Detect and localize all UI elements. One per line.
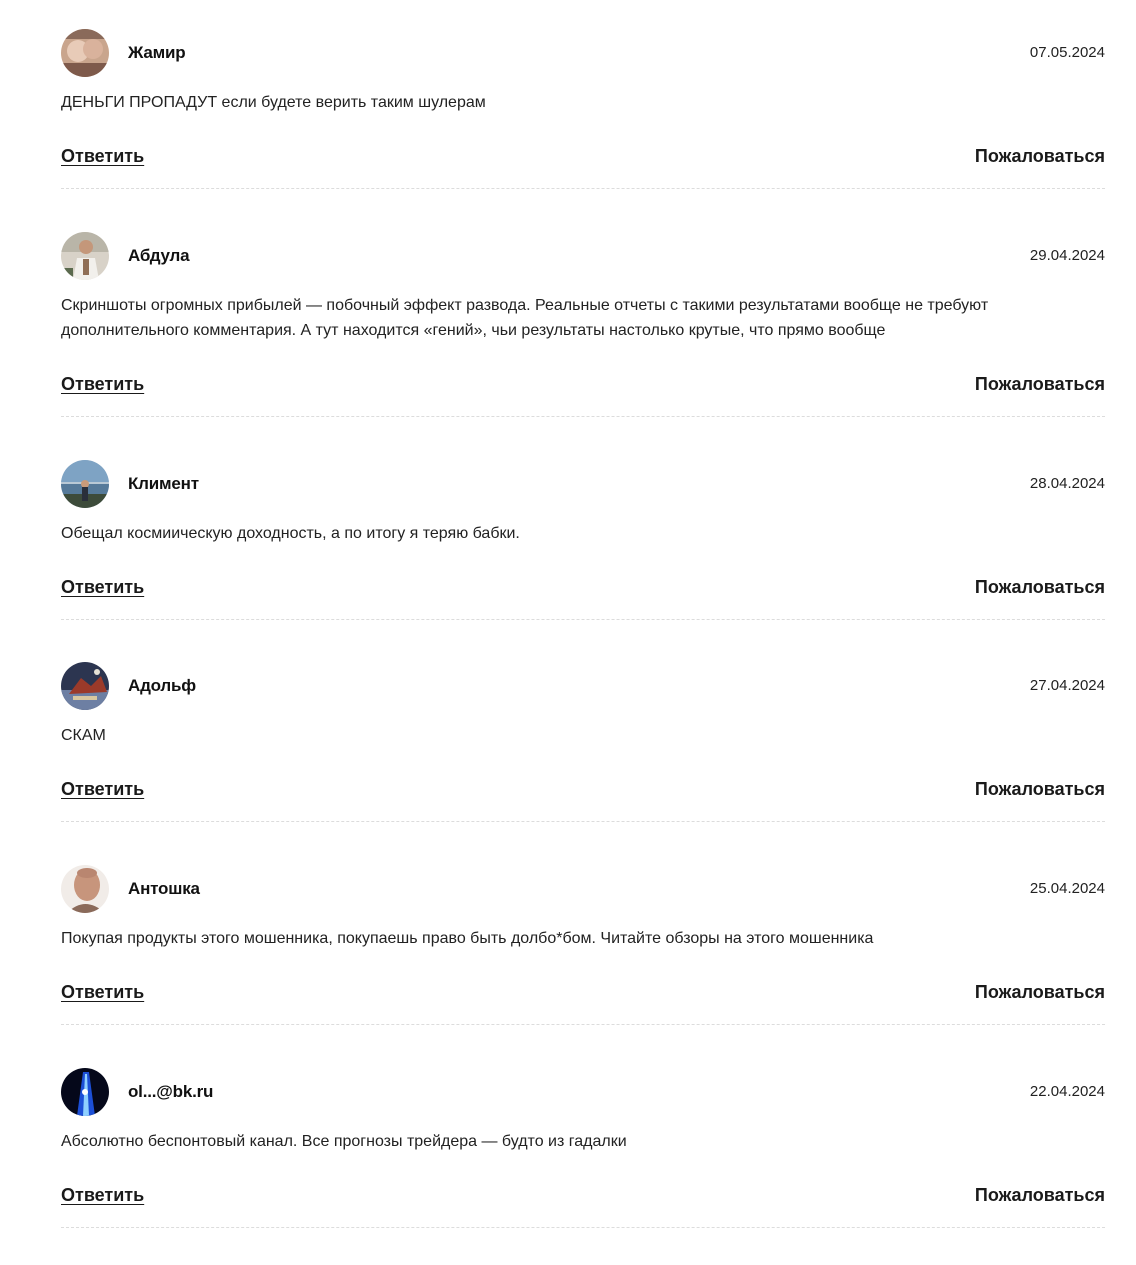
comment-item: Климент 28.04.2024 Обещал космиическую д… (61, 460, 1105, 620)
comment-item: Абдула 29.04.2024 Скриншоты огромных при… (61, 232, 1105, 417)
reply-link[interactable]: Ответить (61, 982, 144, 1003)
comment-text: ДЕНЬГИ ПРОПАДУТ если будете верить таким… (61, 94, 486, 111)
comment-item: Антошка 25.04.2024 Покупая продукты этог… (61, 865, 1105, 1025)
comment-header: Антошка 25.04.2024 (61, 865, 1105, 915)
reply-link[interactable]: Ответить (61, 146, 144, 167)
reply-link[interactable]: Ответить (61, 374, 144, 395)
avatar[interactable] (61, 460, 109, 508)
reply-link[interactable]: Ответить (61, 779, 144, 800)
comment-actions: Ответить Пожаловаться (61, 1185, 1105, 1209)
avatar[interactable] (61, 232, 109, 280)
report-link[interactable]: Пожаловаться (975, 982, 1105, 1003)
comment-date: 07.05.2024 (1029, 44, 1105, 61)
divider (61, 416, 1105, 417)
comment-date: 28.04.2024 (1029, 475, 1105, 492)
report-link[interactable]: Пожаловаться (975, 577, 1105, 598)
comment-text: СКАМ (61, 727, 106, 744)
avatar[interactable] (61, 1068, 109, 1116)
report-link[interactable]: Пожаловаться (975, 779, 1105, 800)
comment-actions: Ответить Пожаловаться (61, 779, 1105, 803)
comment-item: Адольф 27.04.2024 СКАМ Ответить Пожалова… (61, 662, 1105, 822)
author-name: Климент (128, 474, 199, 493)
comment-actions: Ответить Пожаловаться (61, 982, 1105, 1006)
comment-actions: Ответить Пожаловаться (61, 577, 1105, 601)
comment-date: 27.04.2024 (1029, 677, 1105, 694)
comment-text: Покупая продукты этого мошенника, покупа… (61, 930, 874, 947)
author-name: Жамир (128, 43, 186, 62)
comment-header: Климент 28.04.2024 (61, 460, 1105, 510)
report-link[interactable]: Пожаловаться (975, 1185, 1105, 1206)
comment-header: Жамир 07.05.2024 (61, 29, 1105, 79)
report-link[interactable]: Пожаловаться (975, 146, 1105, 167)
reply-link[interactable]: Ответить (61, 577, 144, 598)
comment-item: ol...@bk.ru 22.04.2024 Абсолютно беспонт… (61, 1068, 1105, 1228)
comment-header: ol...@bk.ru 22.04.2024 (61, 1068, 1105, 1118)
comment-text: Абсолютно беспонтовый канал. Все прогноз… (61, 1133, 627, 1150)
reply-link[interactable]: Ответить (61, 1185, 144, 1206)
comment-text: Обещал космиическую доходность, а по ито… (61, 525, 520, 542)
comment-date: 22.04.2024 (1029, 1083, 1105, 1100)
author-name: Антошка (128, 879, 200, 898)
comment-actions: Ответить Пожаловаться (61, 146, 1105, 170)
divider (61, 619, 1105, 620)
divider (61, 821, 1105, 822)
divider (61, 1024, 1105, 1025)
comment-text: Скриншоты огромных прибылей — побочный э… (61, 297, 989, 339)
avatar[interactable] (61, 865, 109, 913)
divider (61, 1227, 1105, 1228)
comment-actions: Ответить Пожаловаться (61, 374, 1105, 398)
comment-header: Адольф 27.04.2024 (61, 662, 1105, 712)
author-name: Адольф (128, 676, 196, 695)
avatar[interactable] (61, 662, 109, 710)
comment-item: Жамир 07.05.2024 ДЕНЬГИ ПРОПАДУТ если бу… (61, 29, 1105, 189)
comment-date: 29.04.2024 (1029, 247, 1105, 264)
report-link[interactable]: Пожаловаться (975, 374, 1105, 395)
author-name: Абдула (128, 246, 190, 265)
divider (61, 188, 1105, 189)
comment-date: 25.04.2024 (1029, 880, 1105, 897)
comment-header: Абдула 29.04.2024 (61, 232, 1105, 282)
author-name: ol...@bk.ru (128, 1082, 214, 1101)
avatar[interactable] (61, 29, 109, 77)
